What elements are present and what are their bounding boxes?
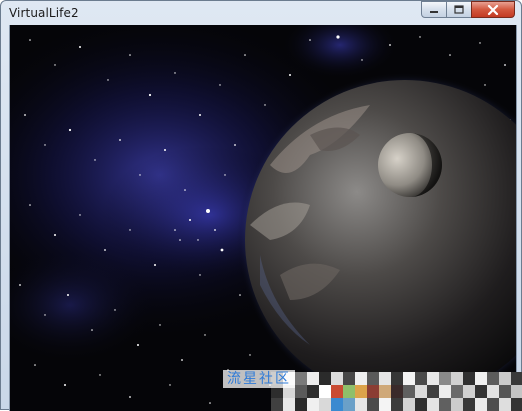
caption-buttons <box>421 1 515 19</box>
watermark-text: 流星社区 <box>223 370 295 388</box>
maximize-icon <box>454 5 464 14</box>
maximize-button[interactable] <box>446 1 472 18</box>
title-bar[interactable]: VirtualLife2 <box>1 1 521 25</box>
moon <box>378 133 442 197</box>
close-icon <box>487 4 499 15</box>
window-title: VirtualLife2 <box>9 6 79 20</box>
space-planet-scene <box>10 25 516 408</box>
pixelated-overlay <box>271 356 522 411</box>
close-button[interactable] <box>471 1 515 18</box>
minimize-icon <box>430 10 438 13</box>
app-window: VirtualLife2 流星社区 <box>0 0 522 411</box>
render-viewport[interactable] <box>9 25 517 411</box>
minimize-button[interactable] <box>421 1 447 18</box>
